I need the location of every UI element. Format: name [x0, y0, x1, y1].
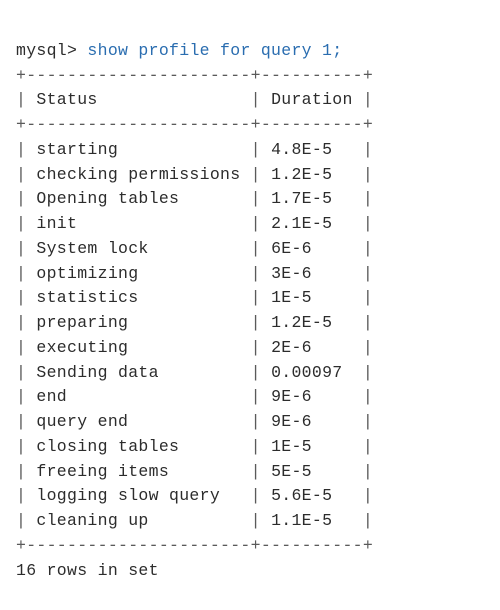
cell-duration: 2.1E-5 [271, 214, 353, 233]
table-row: | query end | 9E-6 | [16, 412, 373, 431]
table-row: | init | 2.1E-5 | [16, 214, 373, 233]
table-row: | optimizing | 3E-6 | [16, 264, 373, 283]
table-row: | starting | 4.8E-5 | [16, 140, 373, 159]
table-row: | Sending data | 0.00097 | [16, 363, 373, 382]
cell-duration: 5.6E-5 [271, 486, 353, 505]
cell-status: end [36, 387, 240, 406]
table-row: | logging slow query | 5.6E-5 | [16, 486, 373, 505]
result-footer: 16 rows in set [16, 561, 159, 580]
table-row: | statistics | 1E-5 | [16, 288, 373, 307]
cell-duration: 9E-6 [271, 387, 353, 406]
cell-duration: 1E-5 [271, 437, 353, 456]
cell-status: cleaning up [36, 511, 240, 530]
table-border-mid: +----------------------+----------+ [16, 115, 373, 134]
table-row: | System lock | 6E-6 | [16, 239, 373, 258]
column-header-status: Status [36, 90, 240, 109]
cell-status: executing [36, 338, 240, 357]
cell-status: closing tables [36, 437, 240, 456]
cell-status: starting [36, 140, 240, 159]
cell-duration: 1.1E-5 [271, 511, 353, 530]
cell-duration: 1.7E-5 [271, 189, 353, 208]
cell-duration: 2E-6 [271, 338, 353, 357]
cell-status: init [36, 214, 240, 233]
mysql-prompt: mysql> [16, 41, 77, 60]
sql-command: show profile for query 1; [87, 41, 342, 60]
cell-status: System lock [36, 239, 240, 258]
table-border-bottom: +----------------------+----------+ [16, 536, 373, 555]
cell-status: logging slow query [36, 486, 240, 505]
cell-status: preparing [36, 313, 240, 332]
cell-duration: 1.2E-5 [271, 313, 353, 332]
table-row: | end | 9E-6 | [16, 387, 373, 406]
table-header-row: | Status | Duration | [16, 90, 373, 109]
table-body: | starting | 4.8E-5 | | checking permiss… [16, 140, 373, 530]
cell-duration: 1.2E-5 [271, 165, 353, 184]
cell-duration: 0.00097 [271, 363, 353, 382]
table-row: | freeing items | 5E-5 | [16, 462, 373, 481]
column-header-duration: Duration [271, 90, 353, 109]
table-border-top: +----------------------+----------+ [16, 66, 373, 85]
table-row: | preparing | 1.2E-5 | [16, 313, 373, 332]
cell-duration: 6E-6 [271, 239, 353, 258]
cell-status: statistics [36, 288, 240, 307]
cell-duration: 4.8E-5 [271, 140, 353, 159]
cell-status: Sending data [36, 363, 240, 382]
cell-status: Opening tables [36, 189, 240, 208]
table-row: | checking permissions | 1.2E-5 | [16, 165, 373, 184]
table-row: | executing | 2E-6 | [16, 338, 373, 357]
table-row: | cleaning up | 1.1E-5 | [16, 511, 373, 530]
table-row: | Opening tables | 1.7E-5 | [16, 189, 373, 208]
cell-status: checking permissions [36, 165, 240, 184]
cell-duration: 5E-5 [271, 462, 353, 481]
cell-status: query end [36, 412, 240, 431]
cell-status: freeing items [36, 462, 240, 481]
cell-duration: 1E-5 [271, 288, 353, 307]
table-row: | closing tables | 1E-5 | [16, 437, 373, 456]
cell-duration: 3E-6 [271, 264, 353, 283]
cell-duration: 9E-6 [271, 412, 353, 431]
cell-status: optimizing [36, 264, 240, 283]
mysql-terminal-output: mysql> show profile for query 1; +------… [0, 0, 500, 597]
